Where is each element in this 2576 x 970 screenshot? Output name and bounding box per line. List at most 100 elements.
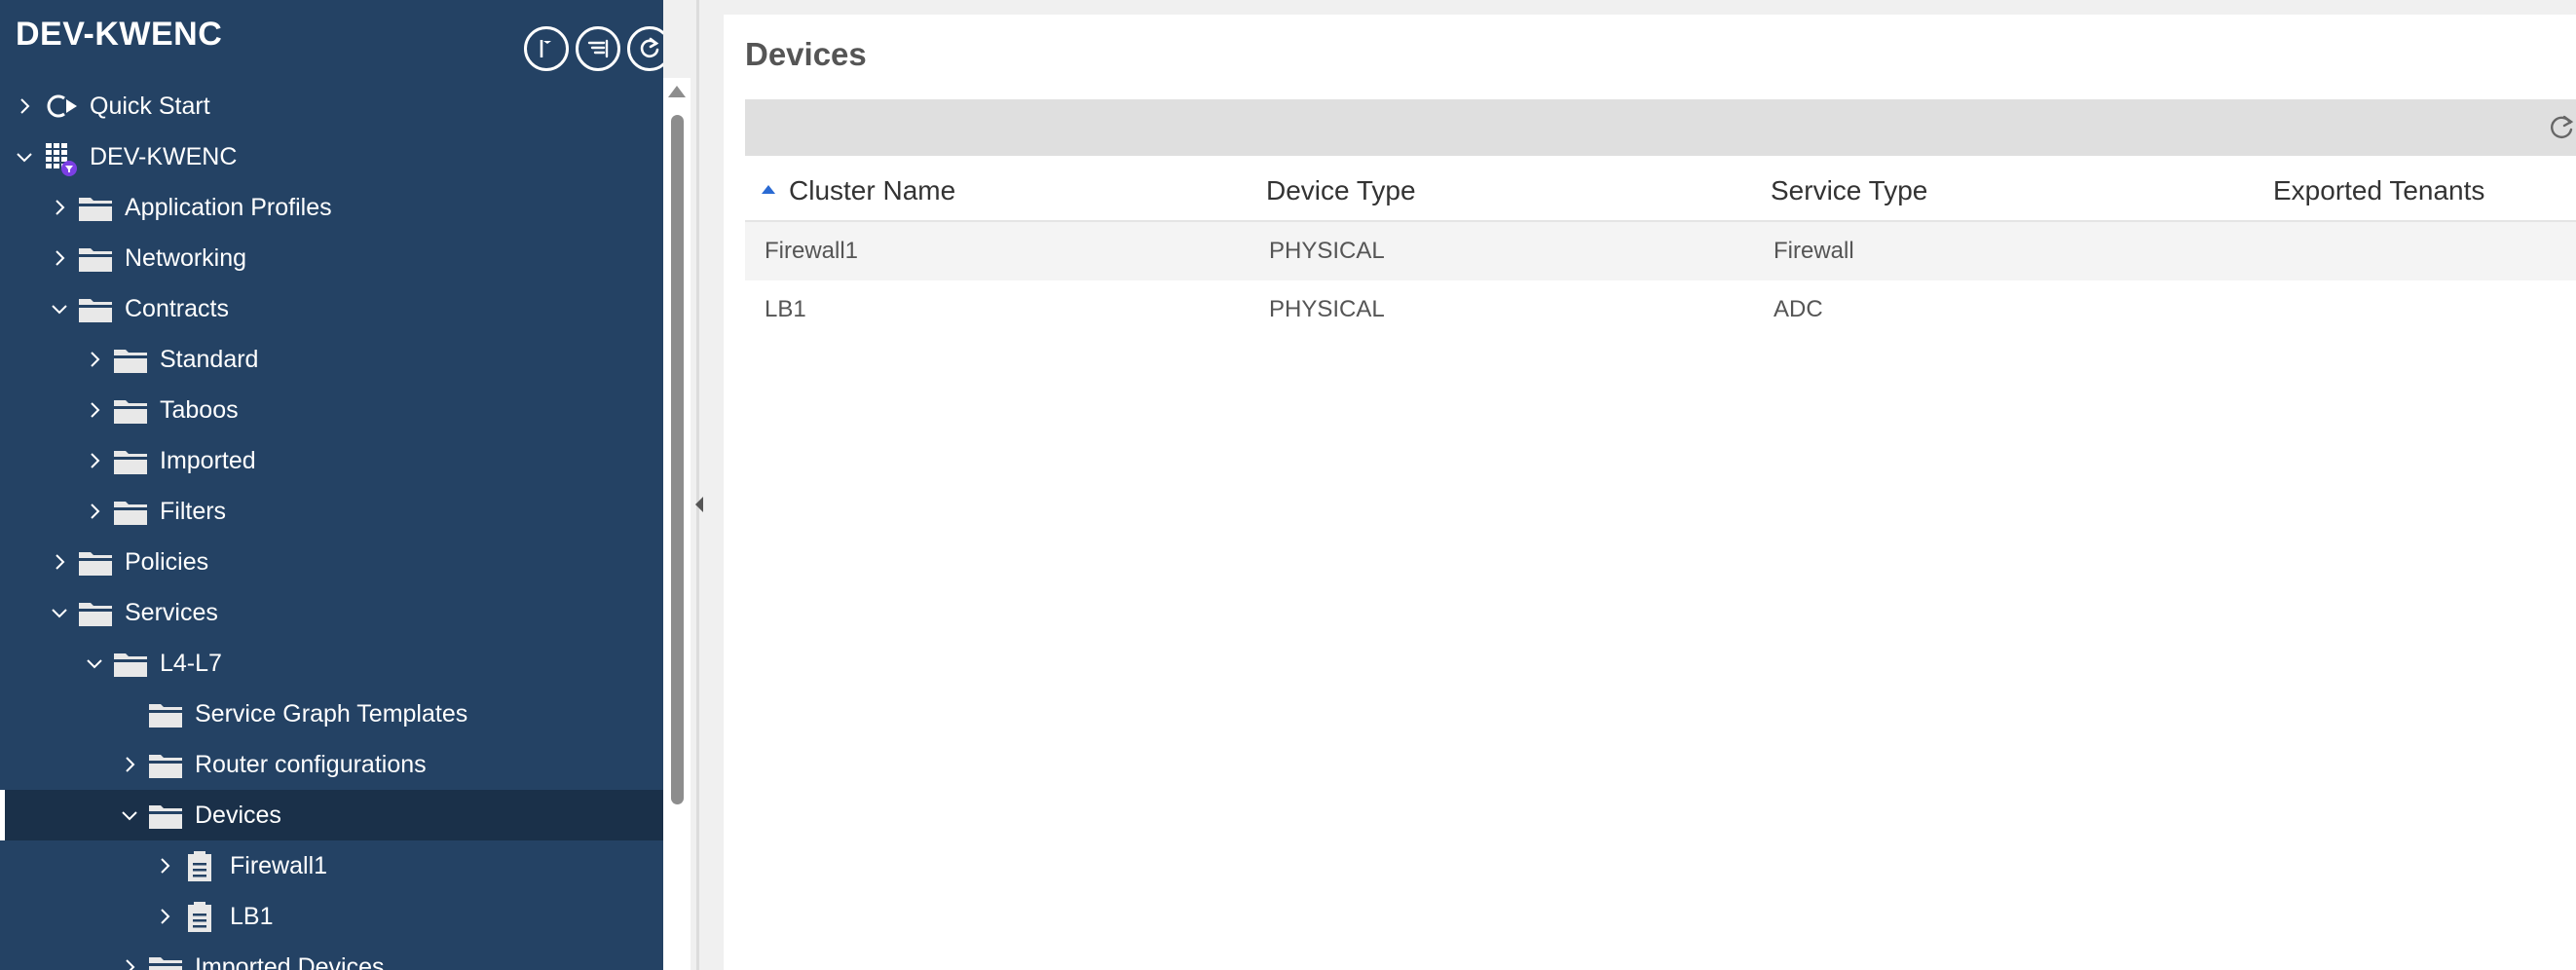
column-header-cluster-name[interactable]: Cluster Name [789, 175, 955, 206]
tree-item-taboos[interactable]: Taboos [0, 385, 663, 435]
tree-item-label: Networking [125, 243, 247, 272]
folder-icon [78, 549, 113, 577]
quick-start-icon [43, 93, 80, 120]
tree-item-contracts[interactable]: Contracts [0, 283, 663, 334]
chevron-down-icon[interactable] [119, 804, 140, 826]
navigation-tree: Quick Start DEV-KWENC Application Profiles… [0, 81, 663, 970]
folder-icon [148, 802, 183, 830]
cell-device-type: PHYSICAL [1269, 296, 1385, 322]
tree-item-label: Quick Start [90, 92, 210, 120]
chevron-down-icon[interactable] [49, 602, 70, 623]
folder-icon [78, 195, 113, 222]
splitter-line [696, 0, 699, 970]
cell-service-type: ADC [1773, 296, 1823, 322]
device-icon [187, 902, 212, 933]
chevron-right-icon[interactable] [49, 247, 70, 269]
tree-item-networking[interactable]: Networking [0, 233, 663, 283]
chevron-right-icon[interactable] [49, 551, 70, 573]
sidebar-title: DEV-KWENC [16, 16, 223, 53]
tree-item-label: L4-L7 [160, 649, 222, 677]
tree-item-label: Firewall1 [230, 851, 328, 879]
tree-item-service-graph-templates[interactable]: Service Graph Templates [0, 689, 663, 739]
main-panel: Devices Cluster Name Device Type Service… [724, 15, 2576, 970]
folder-icon [113, 651, 148, 678]
scroll-up-arrow-icon[interactable] [668, 86, 686, 97]
column-header-device-type[interactable]: Device Type [1266, 175, 1416, 206]
folder-icon [148, 954, 183, 970]
tree-item-label: Service Graph Templates [195, 699, 468, 728]
folder-icon [78, 245, 113, 273]
folder-icon [78, 296, 113, 323]
chevron-down-icon[interactable] [14, 146, 35, 168]
tree-item-l4-l7[interactable]: L4-L7 [0, 638, 663, 689]
chevron-right-icon[interactable] [154, 855, 175, 877]
tree-item-services[interactable]: Services [0, 587, 663, 638]
column-header-service-type[interactable]: Service Type [1771, 175, 1927, 206]
tree-item-imported[interactable]: Imported [0, 435, 663, 486]
tree-item-dev-kwenc[interactable]: DEV-KWENC [0, 131, 663, 182]
tree-item-quick-start[interactable]: Quick Start [0, 81, 663, 131]
tree-item-label: Router configurations [195, 750, 427, 778]
cell-service-type: Firewall [1773, 238, 1854, 264]
chevron-right-icon[interactable] [84, 501, 105, 522]
tree-item-label: Contracts [125, 294, 229, 322]
table-toolbar [745, 99, 2576, 156]
tree-item-label: Devices [195, 801, 281, 829]
tree-item-label: DEV-KWENC [90, 142, 238, 170]
tree-item-router-configurations[interactable]: Router configurations [0, 739, 663, 790]
tree-item-label: Imported [160, 446, 256, 474]
tree-item-policies[interactable]: Policies [0, 537, 663, 587]
chevron-right-icon[interactable] [84, 399, 105, 421]
tree-item-lb1[interactable]: LB1 [0, 891, 663, 942]
page-title: Devices [745, 36, 867, 72]
chevron-right-icon[interactable] [119, 754, 140, 775]
table-row[interactable]: Firewall1 PHYSICAL Firewall [745, 222, 2576, 280]
folder-icon [78, 600, 113, 627]
tree-item-label: LB1 [230, 902, 274, 930]
tree-item-application-profiles[interactable]: Application Profiles [0, 182, 663, 233]
chevron-down-icon[interactable] [84, 653, 105, 674]
tree-item-label: Taboos [160, 395, 239, 424]
refresh-icon[interactable] [2547, 113, 2576, 142]
tree-item-filters[interactable]: Filters [0, 486, 663, 537]
chevron-right-icon[interactable] [84, 450, 105, 471]
tree-item-label: Imported Devices [195, 952, 385, 970]
table-header: Cluster Name Device Type Service Type Ex… [745, 156, 2576, 222]
chevron-down-icon[interactable] [49, 298, 70, 319]
device-icon [187, 851, 212, 882]
table-row[interactable]: LB1 PHYSICAL ADC [745, 280, 2576, 339]
folder-icon [113, 499, 148, 526]
sidebar-scrollbar[interactable] [663, 78, 691, 970]
chevron-right-icon[interactable] [154, 906, 175, 927]
folder-icon [113, 448, 148, 475]
folder-icon [113, 347, 148, 374]
tree-item-standard[interactable]: Standard [0, 334, 663, 385]
tag-flag-icon[interactable] [524, 26, 569, 71]
folder-icon [113, 397, 148, 425]
tree-item-label: Policies [125, 547, 209, 576]
tenant-icon [43, 141, 78, 176]
scrollbar-thumb[interactable] [671, 115, 684, 804]
cell-cluster-name: Firewall1 [765, 238, 859, 264]
collapse-left-icon[interactable] [695, 497, 703, 512]
chevron-right-icon[interactable] [84, 349, 105, 370]
tree-item-firewall1[interactable]: Firewall1 [0, 840, 663, 891]
column-header-exported-tenants[interactable]: Exported Tenants [2273, 175, 2484, 206]
panel-splitter[interactable] [691, 0, 724, 970]
filter-list-icon[interactable] [576, 26, 620, 71]
folder-icon [148, 701, 183, 728]
cell-device-type: PHYSICAL [1269, 238, 1385, 264]
tree-item-imported-devices[interactable]: Imported Devices [0, 942, 663, 970]
chevron-right-icon[interactable] [119, 956, 140, 970]
tree-item-label: Filters [160, 497, 227, 525]
tree-item-label: Services [125, 598, 218, 626]
refresh-icon[interactable] [627, 26, 663, 71]
tree-item-devices[interactable]: Devices [0, 790, 663, 840]
chevron-right-icon[interactable] [49, 197, 70, 218]
chevron-right-icon[interactable] [14, 95, 35, 117]
sort-ascending-icon[interactable] [762, 185, 775, 194]
tree-item-label: Application Profiles [125, 193, 332, 221]
tree-item-label: Standard [160, 345, 259, 373]
devices-table: Cluster Name Device Type Service Type Ex… [745, 156, 2576, 339]
folder-icon [148, 752, 183, 779]
